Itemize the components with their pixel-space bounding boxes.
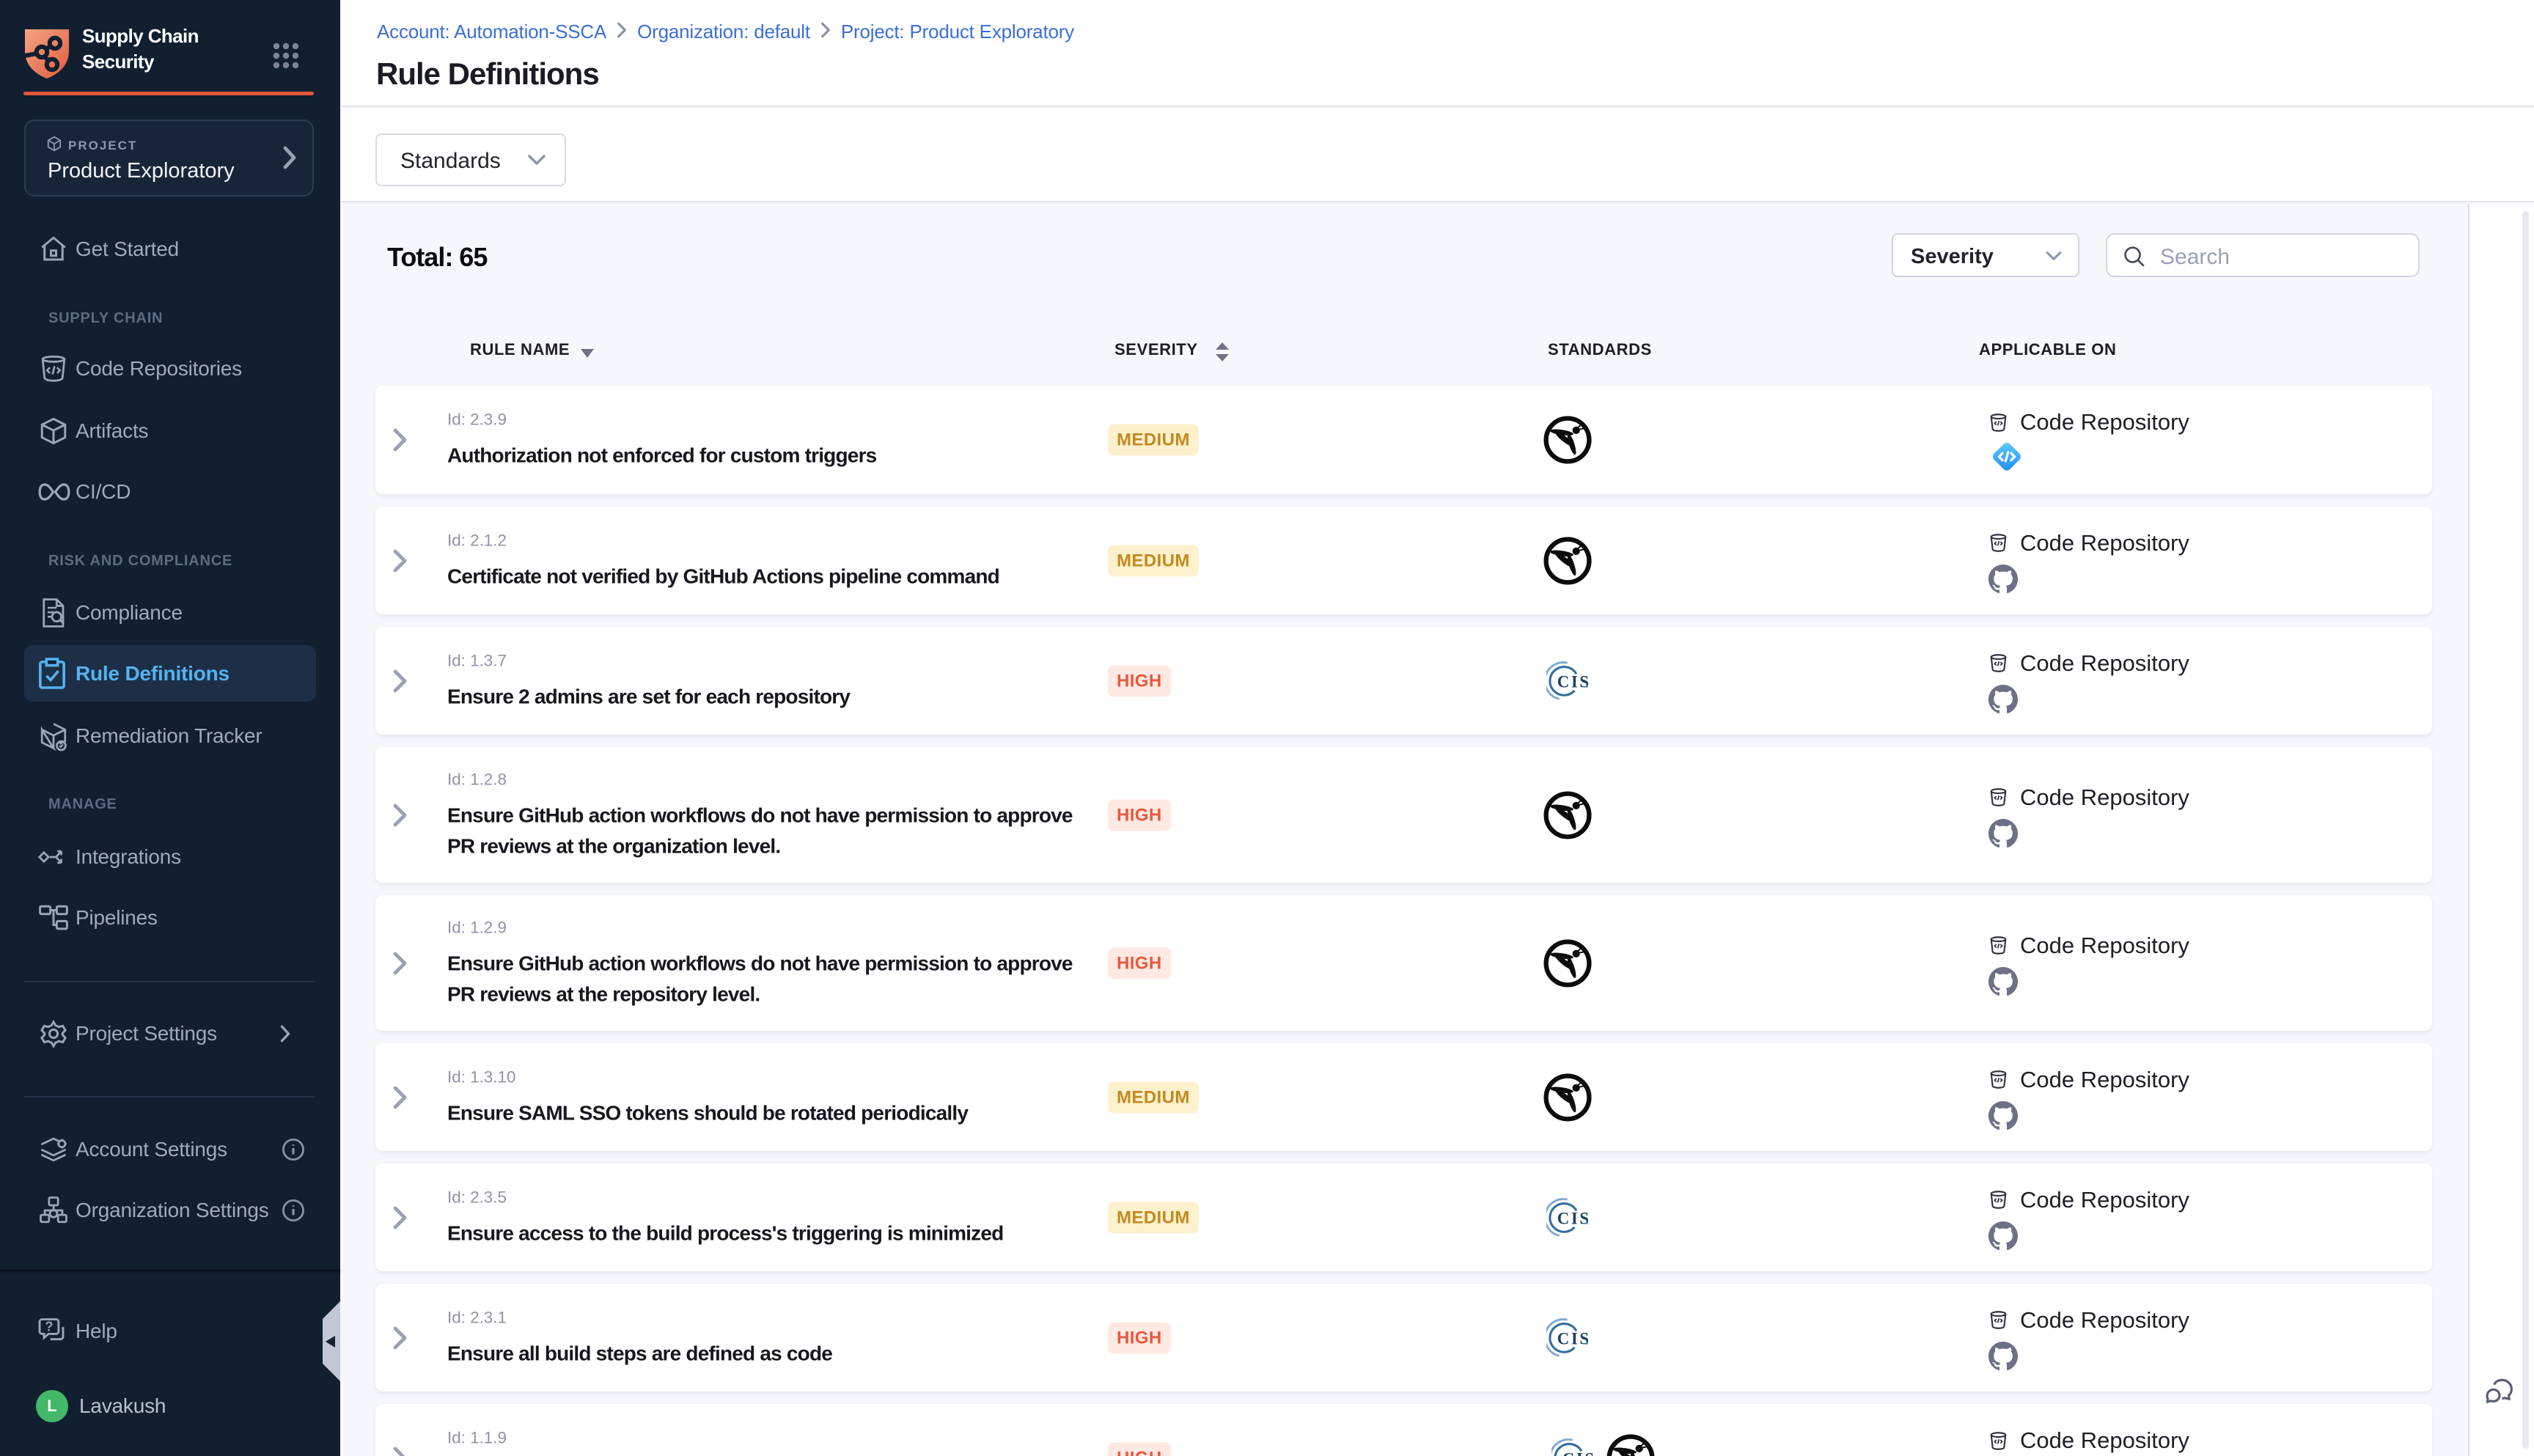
svg-text:?: ? (45, 1320, 53, 1334)
